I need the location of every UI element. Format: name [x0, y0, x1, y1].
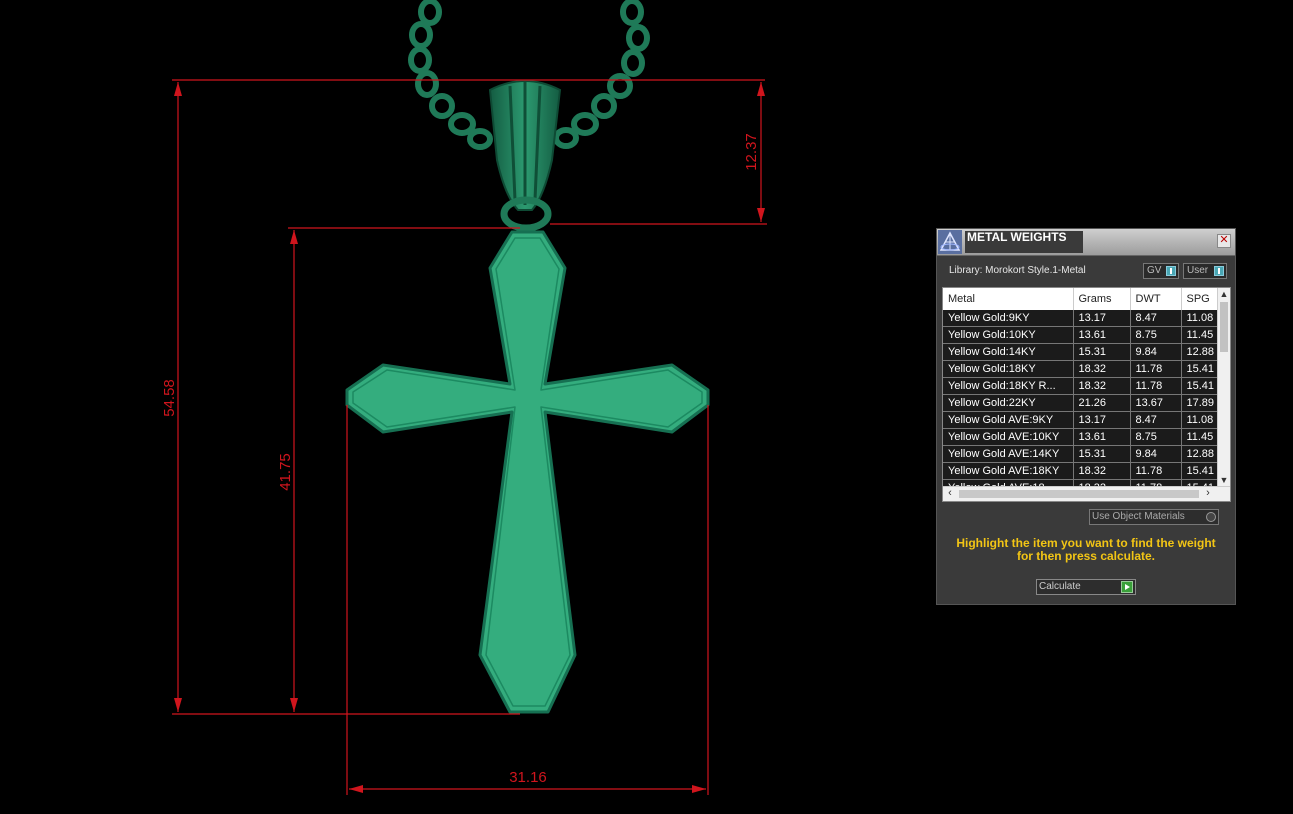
instruction-text: Highlight the item you want to find the … — [937, 537, 1235, 563]
scroll-right-icon[interactable]: › — [1201, 487, 1215, 501]
cell-dwt: 13.67 — [1130, 394, 1182, 412]
instruction-line-2: for then press calculate. — [1016, 549, 1156, 563]
metal-weights-panel: METAL WEIGHTS ✕ Library: Morokort Style.… — [936, 228, 1236, 605]
cell-metal: Yellow Gold:18KY R... — [943, 377, 1074, 395]
user-toggle[interactable]: User — [1183, 263, 1227, 279]
cell-dwt: 8.75 — [1130, 428, 1182, 446]
dim-width: 31.16 — [509, 769, 547, 786]
close-icon[interactable]: ✕ — [1217, 234, 1231, 248]
cell-metal: Yellow Gold:14KY — [943, 343, 1074, 361]
column-header-dwt[interactable]: DWT — [1130, 288, 1182, 310]
table-row[interactable]: Yellow Gold AVE:18KY 18.32 11.78 15.41 — [943, 462, 1230, 480]
table-row[interactable]: Yellow Gold AVE:14KY 15.31 9.84 12.88 — [943, 445, 1230, 463]
cell-grams: 15.31 — [1073, 445, 1131, 463]
cell-dwt: 8.47 — [1130, 310, 1182, 327]
table-row[interactable]: Yellow Gold:10KY 13.61 8.75 11.45 — [943, 326, 1230, 344]
table-row[interactable]: Yellow Gold AVE:10KY 13.61 8.75 11.45 — [943, 428, 1230, 446]
user-toggle-label: User — [1187, 265, 1209, 276]
cell-grams: 13.17 — [1073, 310, 1131, 327]
cell-dwt: 8.47 — [1130, 411, 1182, 429]
cell-metal: Yellow Gold:9KY — [943, 310, 1074, 327]
table-row[interactable]: Yellow Gold:18KY 18.32 11.78 15.41 — [943, 360, 1230, 378]
app-logo-icon — [938, 230, 962, 254]
cell-metal: Yellow Gold:10KY — [943, 326, 1074, 344]
panel-title: METAL WEIGHTS — [965, 231, 1083, 253]
table-row[interactable]: Yellow Gold:14KY 15.31 9.84 12.88 — [943, 343, 1230, 361]
dim-bail-height: 12.37 — [743, 133, 760, 171]
cell-dwt: 11.78 — [1130, 360, 1182, 378]
dim-overall-height: 54.58 — [161, 379, 178, 417]
cell-grams: 18.32 — [1073, 462, 1131, 480]
table-header-row: Metal Grams DWT SPG — [943, 288, 1230, 310]
scroll-down-icon[interactable]: ▼ — [1218, 474, 1230, 486]
column-header-grams[interactable]: Grams — [1073, 288, 1131, 310]
library-label: Library: Morokort Style.1-Metal — [949, 265, 1086, 276]
cell-metal: Yellow Gold AVE:9KY — [943, 411, 1074, 429]
calculate-label: Calculate — [1039, 581, 1081, 592]
metal-table-grid: Metal Grams DWT SPG Yellow Gold:9KY 13.17… — [943, 288, 1230, 497]
table-row[interactable]: Yellow Gold:9KY 13.17 8.47 11.08 — [943, 310, 1230, 327]
scrollbar-thumb[interactable] — [1220, 302, 1228, 352]
dim-body-height: 41.75 — [277, 453, 294, 491]
horizontal-scrollbar[interactable]: ‹ › — [943, 486, 1230, 501]
cross-pendant-model — [345, 230, 710, 714]
vertical-scrollbar[interactable]: ▲ ▼ — [1217, 288, 1230, 486]
scroll-up-icon[interactable]: ▲ — [1218, 288, 1230, 300]
cell-dwt: 8.75 — [1130, 326, 1182, 344]
column-header-metal[interactable]: Metal — [943, 288, 1074, 310]
radio-icon[interactable] — [1206, 512, 1216, 522]
table-row[interactable]: Yellow Gold:22KY 21.26 13.67 17.89 — [943, 394, 1230, 412]
toggle-switch-icon — [1166, 266, 1176, 276]
cell-grams: 13.17 — [1073, 411, 1131, 429]
scroll-left-icon[interactable]: ‹ — [943, 487, 957, 501]
table-row[interactable]: Yellow Gold AVE:9KY 13.17 8.47 11.08 — [943, 411, 1230, 429]
panel-titlebar[interactable]: METAL WEIGHTS ✕ — [937, 229, 1235, 256]
cell-grams: 13.61 — [1073, 428, 1131, 446]
cell-metal: Yellow Gold AVE:14KY — [943, 445, 1074, 463]
scrollbar-thumb[interactable] — [959, 490, 1199, 498]
cell-dwt: 9.84 — [1130, 445, 1182, 463]
cell-grams: 21.26 — [1073, 394, 1131, 412]
gv-toggle[interactable]: GV — [1143, 263, 1179, 279]
cell-dwt: 9.84 — [1130, 343, 1182, 361]
calculate-button[interactable]: Calculate — [1036, 579, 1136, 595]
cell-grams: 18.32 — [1073, 377, 1131, 395]
gv-toggle-label: GV — [1147, 265, 1162, 276]
metal-table[interactable]: Metal Grams DWT SPG Yellow Gold:9KY 13.17… — [942, 287, 1231, 502]
cell-dwt: 11.78 — [1130, 377, 1182, 395]
cell-metal: Yellow Gold:22KY — [943, 394, 1074, 412]
cell-metal: Yellow Gold AVE:10KY — [943, 428, 1074, 446]
cell-grams: 13.61 — [1073, 326, 1131, 344]
dimension-annotations — [172, 79, 767, 795]
cell-dwt: 11.78 — [1130, 462, 1182, 480]
bail-model — [488, 80, 562, 232]
table-row[interactable]: Yellow Gold:18KY R... 18.32 11.78 15.41 — [943, 377, 1230, 395]
cell-grams: 15.31 — [1073, 343, 1131, 361]
play-icon — [1121, 581, 1133, 593]
use-object-materials-option[interactable]: Use Object Materials — [1089, 509, 1219, 525]
use-object-materials-label: Use Object Materials — [1092, 511, 1185, 522]
cell-grams: 18.32 — [1073, 360, 1131, 378]
cell-metal: Yellow Gold:18KY — [943, 360, 1074, 378]
cell-metal: Yellow Gold AVE:18KY — [943, 462, 1074, 480]
toggle-switch-icon — [1214, 266, 1224, 276]
